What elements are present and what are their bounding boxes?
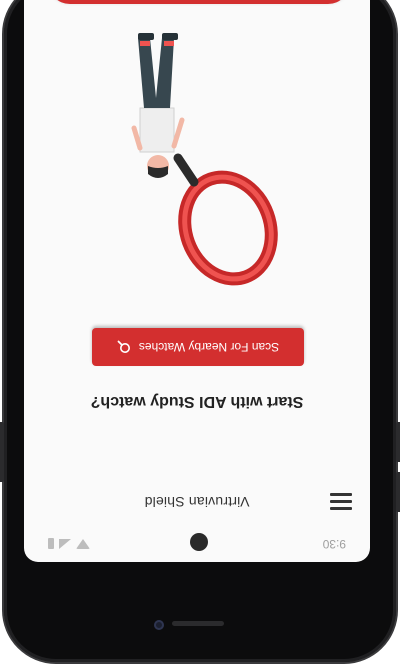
app-title: Virtruvian Shield <box>144 494 250 510</box>
scan-watches-button[interactable]: Scan For Nearby Watches <box>92 328 304 366</box>
earpiece-speaker <box>172 621 224 626</box>
app-bar: Virtruvian Shield <box>24 478 370 522</box>
status-icons <box>48 538 90 550</box>
screenshot: 9:30 Virtruvian Shield Start with ADI St… <box>0 0 400 664</box>
scan-button-label: Scan For Nearby Watches <box>138 340 280 354</box>
app-screen: 9:30 Virtruvian Shield Start with ADI St… <box>24 0 370 562</box>
wifi-icon <box>76 539 90 549</box>
phone-frame: 9:30 Virtruvian Shield Start with ADI St… <box>0 0 400 662</box>
search-icon <box>117 340 130 353</box>
front-camera-icon <box>154 620 164 630</box>
volume-button <box>396 422 400 462</box>
signal-icon <box>59 539 71 549</box>
search-illustration <box>131 33 278 286</box>
camera-cutout <box>190 533 208 551</box>
magnifying-glass <box>173 153 278 286</box>
battery-icon <box>48 538 54 550</box>
start-question: Start with ADI Study watch? <box>90 393 304 410</box>
bottom-navigation <box>48 0 350 4</box>
rotated-device-view: 9:30 Virtruvian Shield Start with ADI St… <box>0 0 400 664</box>
volume-button <box>396 472 400 512</box>
status-time: 9:30 <box>322 537 346 551</box>
power-button <box>0 422 4 482</box>
